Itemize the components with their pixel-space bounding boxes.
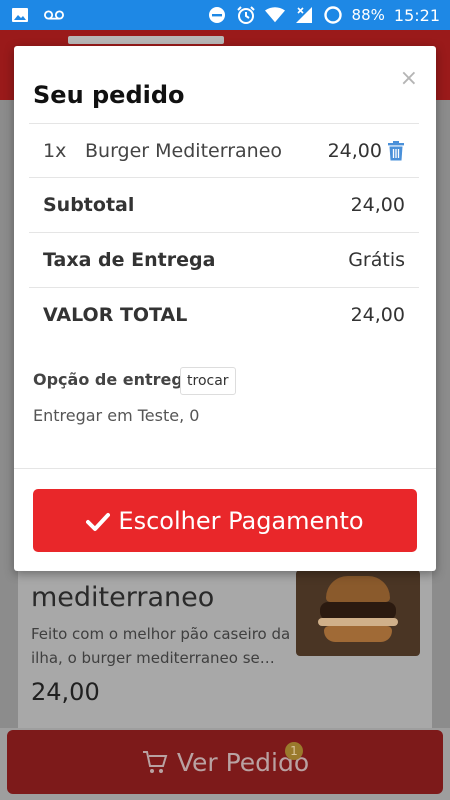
subtotal-label: Subtotal bbox=[43, 194, 135, 216]
delivery-option-label: Opção de entrega bbox=[33, 370, 194, 389]
total-value: 24,00 bbox=[350, 304, 405, 326]
change-delivery-button[interactable]: trocar bbox=[180, 367, 236, 395]
alarm-icon bbox=[236, 5, 256, 25]
status-bar: 88% 15:21 bbox=[0, 0, 450, 30]
product-image bbox=[296, 570, 420, 656]
total-row: VALOR TOTAL 24,00 bbox=[29, 288, 419, 342]
subtotal-value: 24,00 bbox=[350, 194, 405, 216]
wifi-icon bbox=[264, 5, 285, 25]
item-quantity: 1x bbox=[43, 140, 67, 162]
battery-percent: 88% bbox=[351, 6, 385, 24]
modal-title: Seu pedido bbox=[33, 81, 185, 109]
order-modal: Seu pedido × 1x Burger Mediterraneo 24,0… bbox=[14, 46, 436, 571]
header-placeholder-bar bbox=[68, 36, 224, 44]
product-price: 24,00 bbox=[31, 678, 100, 706]
delivery-fee-value: Grátis bbox=[348, 249, 405, 271]
close-icon[interactable]: × bbox=[400, 66, 418, 91]
image-icon bbox=[10, 5, 30, 25]
check-icon bbox=[86, 509, 111, 533]
signal-icon bbox=[294, 5, 314, 25]
item-price: 24,00 bbox=[327, 140, 382, 162]
cart-count-badge: 1 bbox=[285, 742, 303, 760]
total-label: VALOR TOTAL bbox=[43, 304, 188, 326]
view-order-button[interactable]: Ver Pedido bbox=[7, 730, 443, 794]
divider bbox=[14, 468, 436, 469]
choose-payment-button[interactable]: Escolher Pagamento bbox=[33, 489, 417, 552]
cart-icon bbox=[141, 748, 169, 776]
delivery-address: Entregar em Teste, 0 bbox=[33, 406, 200, 425]
do-not-disturb-icon bbox=[207, 5, 227, 25]
item-name: Burger Mediterraneo bbox=[85, 140, 283, 162]
trash-icon[interactable] bbox=[387, 141, 405, 161]
delivery-fee-label: Taxa de Entrega bbox=[43, 249, 216, 271]
delivery-fee-row: Taxa de Entrega Grátis bbox=[29, 233, 419, 287]
battery-icon bbox=[323, 5, 343, 25]
product-title: mediterraneo bbox=[31, 582, 215, 613]
clock: 15:21 bbox=[393, 5, 440, 25]
subtotal-row: Subtotal 24,00 bbox=[29, 178, 419, 232]
voicemail-icon bbox=[44, 5, 64, 25]
product-description: Feito com o melhor pão caseiro da ilha, … bbox=[31, 625, 291, 667]
order-item-row: 1x Burger Mediterraneo 24,00 bbox=[29, 124, 419, 178]
choose-payment-label: Escolher Pagamento bbox=[118, 506, 364, 535]
